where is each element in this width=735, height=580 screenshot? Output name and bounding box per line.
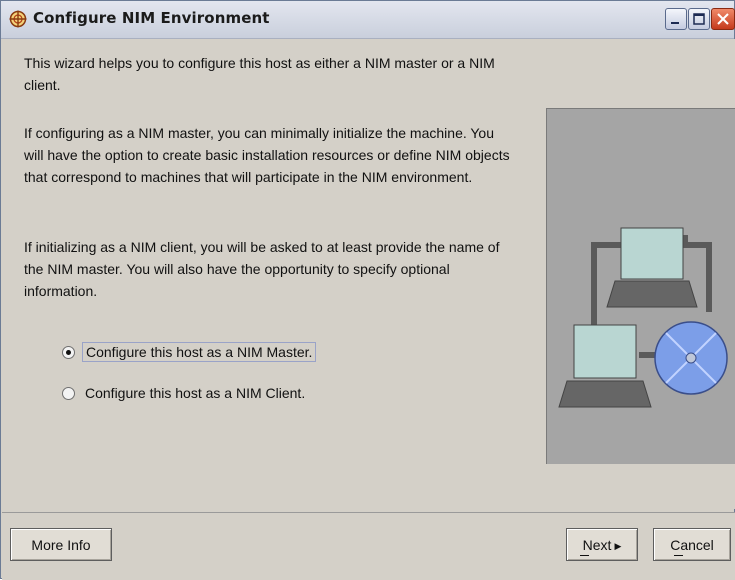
client-description-paragraph: If initializing as a NIM client, you wil… [24, 239, 500, 299]
next-mnemonic-underline [580, 555, 589, 556]
window-title: Configure NIM Environment [33, 9, 270, 27]
more-info-label: More Info [31, 536, 91, 553]
app-compass-icon [9, 10, 27, 28]
button-bar: More Info Next ▶ Cancel [2, 512, 735, 580]
close-button[interactable] [711, 8, 735, 30]
master-description-paragraph: If configuring as a NIM master, you can … [24, 125, 510, 185]
client-radio-label[interactable]: Configure this host as a NIM Client. [82, 384, 308, 402]
next-button[interactable]: Next ▶ [566, 528, 638, 561]
master-radio-label[interactable]: Configure this host as a NIM Master. [82, 342, 317, 362]
client-radio-button[interactable] [62, 386, 75, 400]
maximize-icon [693, 13, 705, 25]
next-arrow-icon: ▶ [614, 541, 622, 551]
wizard-window: Configure NIM Environment This wizard he… [0, 0, 735, 580]
option-master[interactable]: Configure this host as a NIM Master. [62, 341, 317, 363]
cancel-label: Cancel [670, 536, 714, 553]
network-diagram-icon [558, 227, 728, 408]
option-client[interactable]: Configure this host as a NIM Client. [62, 382, 308, 404]
network-illustration [546, 108, 735, 464]
cancel-button[interactable]: Cancel [653, 528, 731, 561]
master-radio-button[interactable] [62, 345, 75, 359]
intro-paragraph: This wizard helps you to configure this … [24, 55, 495, 93]
minimize-icon [671, 22, 679, 24]
next-label: Next [582, 536, 612, 553]
more-info-button[interactable]: More Info [10, 528, 112, 561]
close-icon [717, 13, 729, 25]
maximize-button[interactable] [688, 8, 710, 30]
minimize-button[interactable] [665, 8, 687, 30]
title-bar[interactable]: Configure NIM Environment [1, 1, 735, 39]
cancel-mnemonic-underline [674, 555, 683, 556]
wizard-content: This wizard helps you to configure this … [2, 39, 735, 509]
